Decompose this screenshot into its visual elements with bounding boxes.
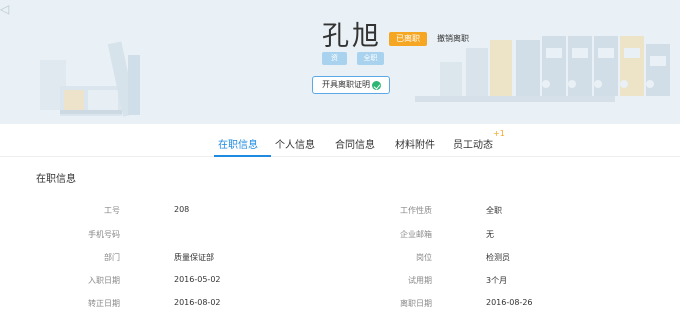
field-label-work-type: 工作性质 — [400, 206, 432, 215]
field-value-employee-id: 208 — [174, 205, 190, 214]
field-value-confirmation-date: 2016-08-02 — [174, 298, 221, 307]
section-title: 在职信息 — [36, 174, 76, 185]
tab-personal-info[interactable]: 个人信息 — [275, 136, 315, 151]
profile-tabs: 在职信息 个人信息 合同信息 材料附件 员工动态 — [0, 124, 680, 157]
field-label-probation: 试用期 — [408, 276, 432, 285]
employee-tag: 资 — [322, 52, 347, 65]
field-label-employee-id: 工号 — [104, 206, 120, 215]
field-label-position: 岗位 — [416, 253, 432, 262]
tab-employee-activity[interactable]: 员工动态 — [453, 136, 493, 151]
field-label-phone: 手机号码 — [88, 230, 120, 239]
tab-contract-info[interactable]: 合同信息 — [335, 136, 375, 151]
field-value-company-email: 无 — [486, 230, 494, 239]
field-value-probation: 3个月 — [486, 276, 508, 285]
tab-attachments[interactable]: 材料附件 — [395, 136, 435, 151]
field-label-confirmation-date: 转正日期 — [88, 299, 120, 308]
issue-resignation-certificate-button[interactable]: 开具离职证明 — [312, 76, 390, 94]
field-label-department: 部门 — [104, 253, 120, 262]
employee-name: 孔旭 — [322, 21, 382, 52]
employment-type-tag: 全职 — [357, 52, 384, 65]
field-value-resignation-date: 2016-08-26 — [486, 298, 533, 307]
activity-count-badge: +1 — [493, 129, 505, 138]
field-value-work-type: 全职 — [486, 206, 502, 215]
active-tab-indicator — [214, 155, 271, 157]
field-value-position: 检测员 — [486, 253, 510, 262]
back-arrow-icon[interactable]: ◁ — [0, 2, 9, 16]
field-value-hire-date: 2016-05-02 — [174, 275, 221, 284]
status-badge: 已离职 — [389, 32, 427, 46]
profile-header: ◁ 孔旭 已离职 撤销离职 资 全职 开具离职证明 — [0, 0, 680, 124]
field-value-department: 质量保证部 — [174, 253, 214, 262]
certificate-button-label: 开具离职证明 — [322, 80, 370, 89]
revoke-resignation-link[interactable]: 撤销离职 — [437, 33, 469, 44]
tab-employment-info[interactable]: 在职信息 — [218, 136, 258, 151]
field-label-hire-date: 入职日期 — [88, 276, 120, 285]
field-label-resignation-date: 离职日期 — [400, 299, 432, 308]
check-circle-icon — [372, 81, 381, 90]
field-label-company-email: 企业邮箱 — [400, 230, 432, 239]
